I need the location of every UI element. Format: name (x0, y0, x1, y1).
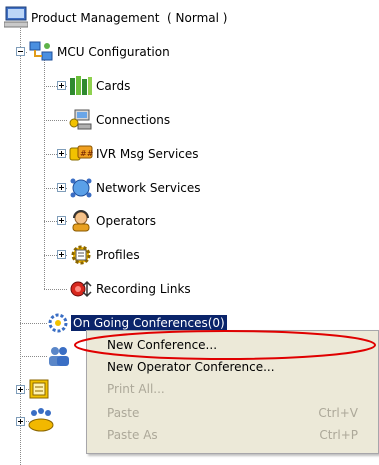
tree-branch (44, 289, 68, 290)
tree-node-label: Recording Links (96, 282, 191, 296)
expand-toggle[interactable] (57, 250, 66, 259)
menu-item-shortcut: Ctrl+P (319, 428, 358, 442)
tree-branch (20, 356, 48, 357)
users-group-icon (49, 347, 69, 366)
tree-branch (20, 323, 48, 324)
mcu-network-icon (29, 41, 53, 61)
expand-toggle[interactable] (57, 183, 66, 192)
tree-branch (44, 120, 68, 121)
cards-books-icon (70, 76, 92, 95)
ongoing-conferences-icon (48, 313, 68, 333)
tree-node-label: Connections (96, 113, 171, 127)
ivr-messages-icon: ## (69, 145, 93, 161)
address-book-icon (29, 379, 49, 399)
tree-node-label: Operators (96, 214, 156, 228)
menu-item-paste[interactable]: Paste Ctrl+V (87, 403, 378, 423)
menu-item-paste-as[interactable]: Paste As Ctrl+P (87, 425, 378, 445)
computer-icon (4, 6, 28, 28)
tree-line-root (20, 28, 21, 465)
expand-toggle[interactable] (57, 216, 66, 225)
collapse-toggle[interactable] (16, 47, 25, 56)
annotation-highlight-ellipse (74, 330, 376, 360)
expand-toggle[interactable] (57, 149, 66, 158)
profiles-gear-icon (71, 245, 91, 265)
tree-node-label: Network Services (96, 181, 201, 195)
tree-node-label: Cards (96, 79, 131, 93)
tree-node-label: Profiles (96, 248, 140, 262)
recording-link-icon (70, 280, 92, 298)
menu-item-shortcut: Ctrl+V (318, 406, 358, 420)
tree-node-label: MCU Configuration (57, 45, 170, 59)
network-services-icon (70, 178, 92, 198)
connections-computer-icon (69, 109, 92, 130)
tree-node-label: IVR Msg Services (96, 147, 199, 161)
operators-person-icon (72, 210, 90, 232)
menu-item-print-all[interactable]: Print All... (87, 379, 378, 399)
tree-node-label: Product Management ( Normal ) (31, 11, 228, 25)
expand-toggle[interactable] (16, 385, 25, 394)
menu-item-label: Paste (107, 406, 140, 420)
expand-toggle[interactable] (16, 417, 25, 426)
menu-item-label: Print All... (107, 382, 165, 396)
expand-toggle[interactable] (57, 81, 66, 90)
menu-item-label: Paste As (107, 428, 158, 442)
svg-text:##: ## (80, 149, 93, 158)
meeting-table-icon (28, 408, 54, 432)
